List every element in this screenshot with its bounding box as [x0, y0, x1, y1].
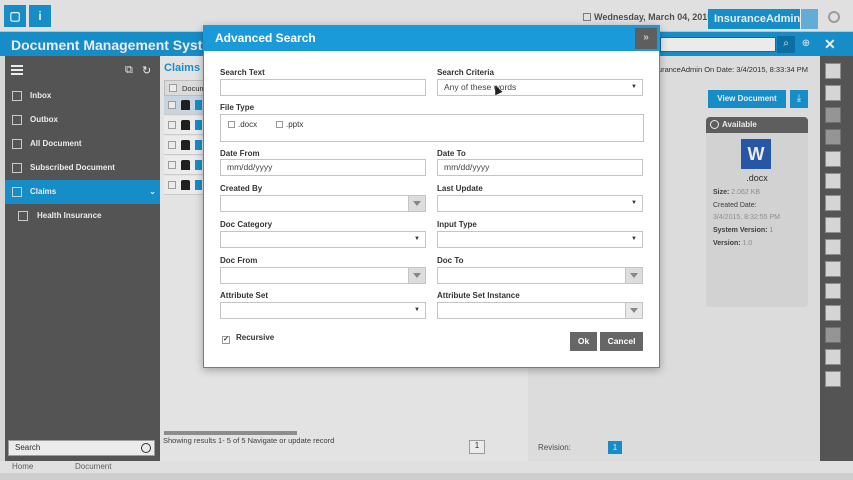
caret-down-icon: ▼ — [631, 236, 637, 242]
attribute-set-label: Attribute Set — [220, 291, 268, 300]
doc-to-label: Doc To — [437, 256, 464, 265]
attribute-set-instance-input[interactable] — [437, 302, 643, 319]
doc-category-label: Doc Category — [220, 220, 273, 229]
doc-to-select[interactable] — [437, 267, 643, 284]
input-type-label: Input Type — [437, 220, 477, 229]
attribute-set-select[interactable]: ▼ — [220, 302, 426, 319]
dialog-header: Advanced Search » — [204, 26, 659, 51]
caret-down-icon: ▼ — [631, 200, 637, 206]
recursive-option[interactable]: ✓ Recursive — [222, 333, 274, 344]
checkbox[interactable] — [228, 121, 235, 128]
dropdown-button[interactable] — [408, 196, 425, 211]
file-type-label: File Type — [220, 103, 255, 112]
dropdown-button[interactable] — [408, 268, 425, 283]
dropdown-button[interactable] — [625, 268, 642, 283]
ok-button[interactable]: Ok — [570, 332, 597, 351]
date-to-label: Date To — [437, 149, 466, 158]
caret-down-icon: ▼ — [631, 84, 637, 90]
recursive-checkbox[interactable]: ✓ — [222, 336, 230, 344]
date-from-label: Date From — [220, 149, 260, 158]
caret-down-icon: ▼ — [414, 236, 420, 242]
file-type-docx[interactable]: .docx — [228, 120, 257, 129]
doc-category-select[interactable]: ▼ — [220, 231, 426, 248]
date-from-input[interactable]: mm/dd/yyyy — [220, 159, 426, 176]
dialog-title: Advanced Search — [215, 31, 316, 45]
file-type-group: .docx .pptx — [220, 114, 644, 142]
cancel-button[interactable]: Cancel — [600, 332, 643, 351]
created-by-select[interactable] — [220, 195, 426, 212]
search-text-label: Search Text — [220, 68, 265, 77]
lookup-icon[interactable] — [625, 303, 642, 318]
last-update-label: Last Update — [437, 184, 483, 193]
doc-from-select[interactable] — [220, 267, 426, 284]
doc-from-label: Doc From — [220, 256, 258, 265]
advanced-search-dialog: Advanced Search » Search Text Search Cri… — [203, 25, 660, 368]
checkbox[interactable] — [276, 121, 283, 128]
search-criteria-select[interactable]: Any of these words ▼ — [437, 79, 643, 96]
last-update-select[interactable]: ▼ — [437, 195, 643, 212]
close-dialog-button[interactable]: » — [635, 28, 657, 49]
date-to-input[interactable]: mm/dd/yyyy — [437, 159, 643, 176]
created-by-label: Created By — [220, 184, 263, 193]
search-criteria-label: Search Criteria — [437, 68, 494, 77]
file-type-pptx[interactable]: .pptx — [276, 120, 303, 129]
caret-down-icon: ▼ — [414, 307, 420, 313]
search-text-input[interactable] — [220, 79, 426, 96]
input-type-select[interactable]: ▼ — [437, 231, 643, 248]
attribute-set-instance-label: Attribute Set Instance — [437, 291, 520, 300]
